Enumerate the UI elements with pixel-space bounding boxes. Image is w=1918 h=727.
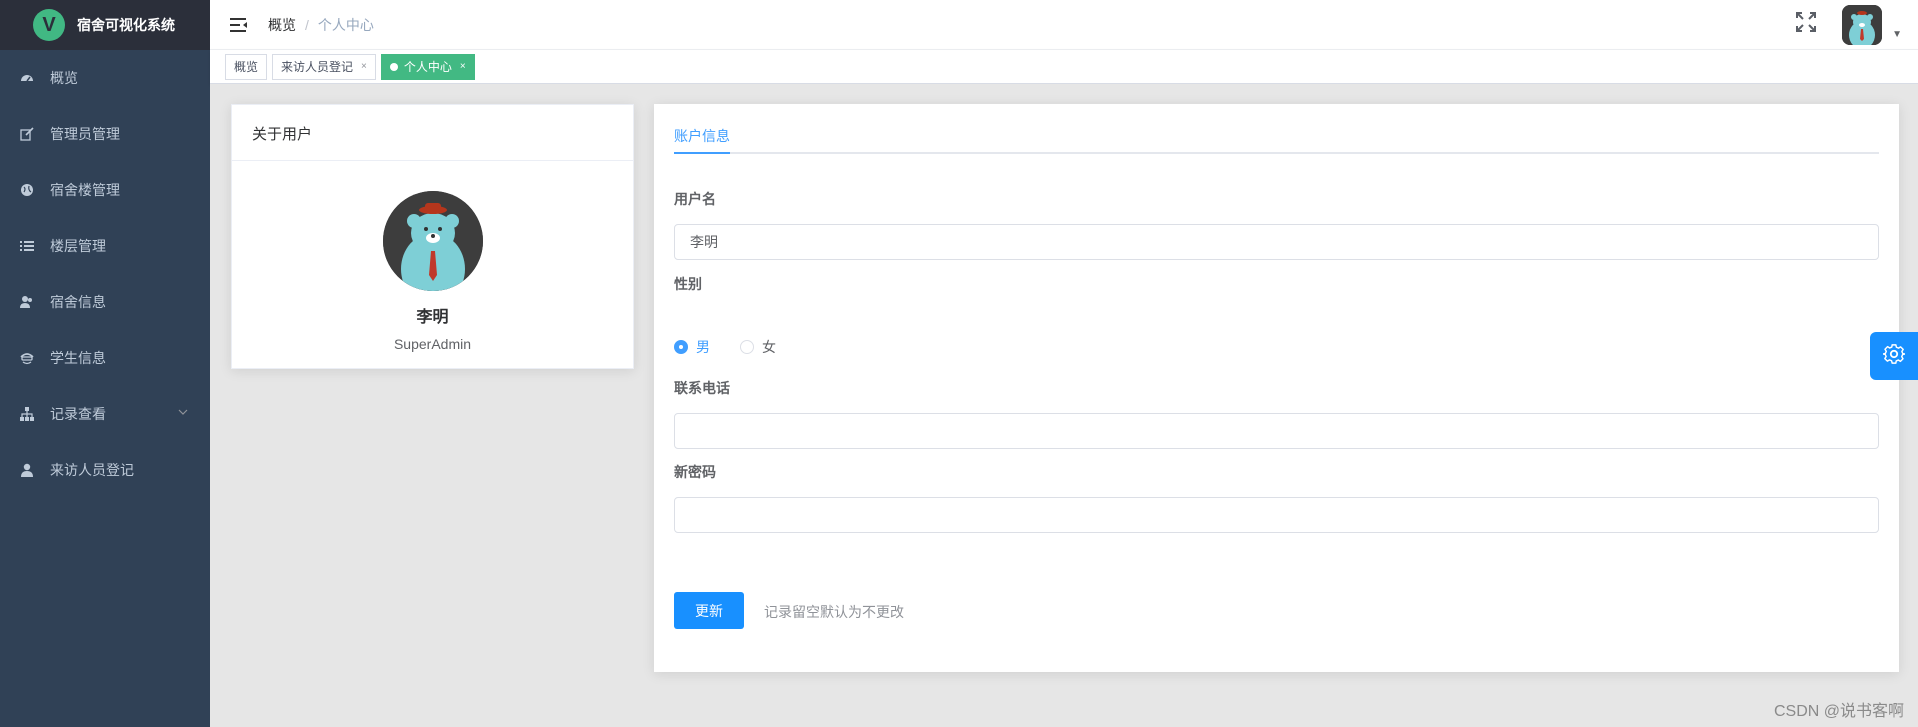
- chevron-down-icon: [178, 406, 188, 418]
- tag-overview[interactable]: 概览: [225, 53, 268, 80]
- tags-view: 概览 来访人员登记 × 个人中心 ×: [210, 50, 1918, 84]
- sidebar-item-dorm[interactable]: 宿舍信息: [0, 274, 210, 330]
- sidebar-item-label: 宿舍楼管理: [50, 182, 120, 198]
- sidebar-item-overview[interactable]: 概览: [0, 50, 210, 106]
- tag-visitor[interactable]: 来访人员登记 ×: [272, 53, 376, 80]
- globe-icon: [20, 183, 34, 197]
- user-avatar: [382, 191, 483, 291]
- sidebar-item-label: 楼层管理: [50, 238, 106, 254]
- tag-label: 概览: [234, 59, 259, 74]
- password-label: 新密码: [674, 464, 716, 480]
- radio-circle: [674, 340, 688, 354]
- avatar[interactable]: [1842, 5, 1883, 45]
- sidebar-menu: 概览 管理员管理 宿舍楼管理 楼层管理 宿舍信息 学生信息 记录查看 来访人员登…: [0, 50, 210, 498]
- radio-label: 女: [762, 339, 776, 355]
- user-name: 李明: [416, 309, 449, 326]
- fullscreen-icon[interactable]: [1796, 12, 1817, 38]
- sidebar-item-records[interactable]: 记录查看: [0, 386, 210, 442]
- account-card: 账户信息 用户名 性别 男 女 联系电话 新密码 更新 记录留空默认为不更改: [654, 104, 1899, 672]
- sidebar-item-building[interactable]: 宿舍楼管理: [0, 162, 210, 218]
- tab-bar: 账户信息: [674, 126, 1879, 154]
- app-logo[interactable]: V 宿舍可视化系统: [0, 0, 210, 50]
- tag-profile[interactable]: 个人中心 ×: [380, 53, 475, 80]
- username-label: 用户名: [674, 191, 716, 207]
- close-icon[interactable]: ×: [361, 55, 367, 79]
- settings-button[interactable]: [1870, 332, 1918, 380]
- student-icon: [20, 351, 34, 365]
- list-icon: [20, 239, 34, 253]
- caret-down-icon[interactable]: ▼: [1892, 29, 1902, 40]
- navbar-right: ▼: [1796, 0, 1902, 50]
- hamburger-icon[interactable]: [214, 0, 264, 50]
- gender-radio-female[interactable]: 女: [740, 337, 776, 357]
- edit-icon: [20, 127, 34, 141]
- breadcrumb-item-overview[interactable]: 概览: [268, 15, 296, 35]
- tag-label: 来访人员登记: [281, 59, 354, 74]
- sidebar-item-label: 学生信息: [50, 350, 106, 366]
- tag-label: 个人中心: [403, 59, 452, 74]
- user-card-title: 关于用户: [232, 105, 633, 161]
- navbar: 概览 / 个人中心 ▼: [210, 0, 1918, 50]
- password-field[interactable]: [674, 497, 1879, 533]
- active-dot: [389, 62, 398, 71]
- gender-radio-group: 男 女: [674, 337, 806, 357]
- sitemap-icon: [20, 407, 34, 421]
- radio-circle: [740, 340, 754, 354]
- breadcrumb-separator: /: [305, 16, 309, 33]
- user-card: 关于用户 李明 SuperAdmin: [231, 104, 634, 369]
- phone-field[interactable]: [674, 413, 1879, 449]
- app-title: 宿舍可视化系统: [77, 17, 175, 33]
- sidebar-item-admin[interactable]: 管理员管理: [0, 106, 210, 162]
- breadcrumb: 概览 / 个人中心: [268, 15, 374, 35]
- sidebar: V 宿舍可视化系统 概览 管理员管理 宿舍楼管理 楼层管理 宿舍信息 学生信息 …: [0, 0, 210, 727]
- watermark: CSDN @说书客啊: [1773, 703, 1904, 720]
- update-button[interactable]: 更新: [674, 592, 744, 629]
- gender-label: 性别: [674, 276, 702, 292]
- user-role: SuperAdmin: [393, 336, 472, 352]
- sidebar-item-visitor[interactable]: 来访人员登记: [0, 442, 210, 498]
- user-icon: [20, 463, 34, 477]
- username-field[interactable]: [674, 224, 1879, 260]
- sidebar-item-label: 来访人员登记: [50, 462, 134, 478]
- tab-account-info[interactable]: 账户信息: [674, 126, 730, 154]
- sidebar-item-label: 管理员管理: [50, 126, 120, 142]
- dashboard-icon: [20, 71, 34, 85]
- phone-label: 联系电话: [674, 380, 730, 396]
- breadcrumb-item-current: 个人中心: [317, 16, 374, 33]
- gear-icon: [1882, 343, 1906, 370]
- close-icon[interactable]: ×: [460, 55, 466, 79]
- vue-logo-icon: V: [33, 9, 65, 41]
- form-hint: 记录留空默认为不更改: [764, 604, 904, 620]
- sidebar-item-label: 概览: [50, 70, 78, 86]
- sidebar-item-label: 记录查看: [50, 406, 106, 422]
- app-main: 关于用户 李明 SuperAdmin 账户信息 用户名 性别 男 女 联系电话 …: [210, 84, 1918, 727]
- sidebar-item-student[interactable]: 学生信息: [0, 330, 210, 386]
- radio-label: 男: [696, 339, 710, 355]
- sidebar-item-floor[interactable]: 楼层管理: [0, 218, 210, 274]
- users-icon: [20, 295, 34, 309]
- gender-radio-male[interactable]: 男: [674, 337, 710, 357]
- sidebar-item-label: 宿舍信息: [50, 294, 106, 310]
